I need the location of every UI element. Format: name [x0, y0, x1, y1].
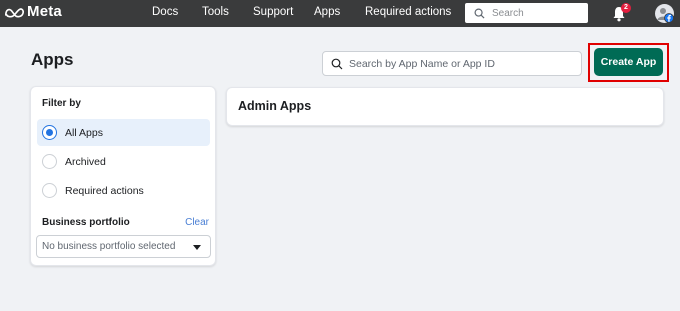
radio-icon[interactable]: [42, 183, 57, 198]
top-search-placeholder: Search: [492, 7, 524, 19]
filter-option-all-apps[interactable]: All Apps: [37, 119, 210, 146]
top-search-input[interactable]: Search: [465, 3, 588, 23]
filter-panel: Filter by All Apps Archived Required act…: [30, 86, 216, 266]
business-portfolio-select[interactable]: No business portfolio selected: [36, 235, 211, 258]
caret-down-icon: [193, 245, 201, 250]
filter-option-label: All Apps: [65, 126, 103, 139]
filter-title: Filter by: [42, 98, 81, 109]
filter-option-label: Archived: [65, 155, 106, 168]
business-portfolio-title: Business portfolio: [42, 217, 130, 228]
admin-apps-card: Admin Apps: [226, 87, 664, 126]
radio-selected-icon[interactable]: [42, 125, 57, 140]
app-search-placeholder: Search by App Name or App ID: [349, 57, 495, 70]
nav-apps[interactable]: Apps: [314, 6, 340, 18]
top-navigation-bar: Meta Docs Tools Support Apps Required ac…: [0, 0, 680, 27]
nav-docs[interactable]: Docs: [152, 6, 178, 18]
create-app-button[interactable]: Create App: [594, 48, 663, 76]
app-search-input[interactable]: Search by App Name or App ID: [322, 51, 582, 76]
nav-support[interactable]: Support: [253, 6, 293, 18]
meta-logo[interactable]: Meta: [4, 3, 62, 20]
filter-option-label: Required actions: [65, 184, 144, 197]
avatar[interactable]: [655, 4, 674, 23]
search-icon: [474, 8, 485, 19]
nav-tools[interactable]: Tools: [202, 6, 229, 18]
logo-text: Meta: [27, 3, 62, 20]
page-title: Apps: [31, 50, 74, 69]
notification-badge: 2: [621, 3, 631, 13]
business-portfolio-value: No business portfolio selected: [42, 241, 176, 252]
clear-link[interactable]: Clear: [185, 217, 209, 228]
meta-infinity-icon: [5, 7, 24, 18]
radio-icon[interactable]: [42, 154, 57, 169]
search-icon: [331, 58, 343, 69]
nav-required-actions[interactable]: Required actions: [365, 6, 451, 18]
admin-apps-title: Admin Apps: [238, 99, 312, 113]
filter-option-archived[interactable]: Archived: [37, 148, 210, 175]
filter-option-required-actions[interactable]: Required actions: [37, 177, 210, 204]
